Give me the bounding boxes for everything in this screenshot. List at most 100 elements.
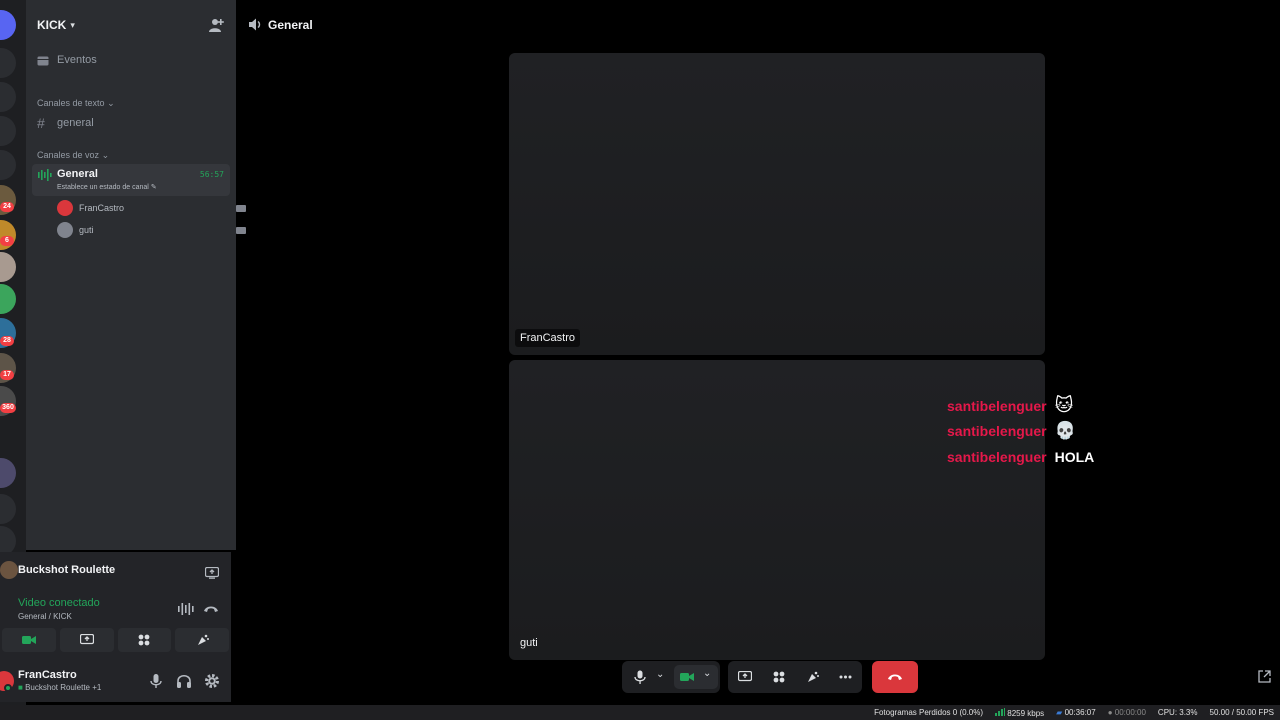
voice-channel-general[interactable]: General Establece un estado de canal ✎ 5… [32,164,230,196]
cpu-usage: CPU: 3.3% [1157,708,1198,717]
camera-icon [236,226,246,234]
screen-share-icon [79,634,94,645]
speaker-icon [249,18,261,31]
channel-title: General [268,18,313,32]
popout-icon[interactable] [1258,670,1271,683]
tile-user-name: FranCastro [515,329,581,347]
live-icon: ▰ [1056,708,1063,717]
voice-user-name: FranCastro [79,203,125,213]
video-camera-icon [680,673,694,681]
server-icon[interactable] [0,48,16,78]
user-name[interactable]: FranCastro [18,669,77,681]
camera-toggle[interactable]: ⌄ [674,665,718,689]
chevron-down-icon: ▾ [70,19,75,30]
microphone-icon[interactable] [634,670,646,684]
screen-share-icon[interactable] [738,671,752,683]
server-icon[interactable] [0,252,16,282]
headphones-icon[interactable] [176,673,192,689]
noise-suppression-icon[interactable] [178,603,194,615]
chat-text: HOLA [1054,449,1095,465]
obs-status-bar: Fotogramas Perdidos 0 (0.0%) 8259 kbps ▰… [0,705,1280,720]
add-member-icon[interactable] [208,17,224,33]
share-screen-button[interactable] [59,628,114,652]
pencil-icon: ✎ [150,184,157,191]
voice-action-buttons [0,628,231,652]
mention-badge: 28 [0,336,14,346]
signal-icon [995,707,1006,716]
activity-game: Buckshot Roulette [18,564,116,576]
avatar [57,222,73,238]
record-time: ● 00:00:00 [1107,708,1146,717]
voice-user-francastro[interactable]: FranCastro [57,200,246,216]
voice-timer: 56:57 [199,170,224,179]
channel-general[interactable]: # general [37,115,94,131]
channel-sidebar: KICK ▾ Eventos Canales de texto ⌄ # gene… [26,0,246,550]
server-name: KICK [37,18,67,32]
chat-username: santibelenguer [947,449,1047,465]
settings-gear-icon[interactable] [204,673,220,689]
record-icon: ● [1107,708,1113,717]
chat-text: 🐱 [1054,395,1074,415]
chat-message: santibelenguer HOLA [947,449,1094,465]
activities-icon [138,634,150,646]
hang-up-icon [888,674,902,680]
call-actions [728,661,862,693]
voice-category[interactable]: Canales de voz ⌄ [37,150,109,161]
disconnect-button[interactable] [872,661,918,693]
game-icon [0,561,18,579]
server-icon[interactable] [0,284,16,314]
chevron-down-icon: ⌄ [107,98,115,108]
events-link[interactable]: Eventos [37,54,97,66]
voice-channel-name: General [57,168,98,180]
microphone-icon[interactable] [148,673,164,689]
activities-button[interactable] [117,628,172,652]
voice-location[interactable]: General / KICK [18,612,72,621]
hash-icon: # [37,115,45,131]
mention-badge: 17 [0,370,14,380]
stream-time: ▰ 00:36:07 [1056,708,1096,717]
text-category[interactable]: Canales de texto ⌄ [37,98,115,109]
soundboard-icon[interactable] [806,671,819,683]
calendar-icon [37,56,49,65]
mention-badge: 24 [0,202,14,212]
fps-counter: 50.00 / 50.00 FPS [1209,708,1275,717]
more-options-icon[interactable] [839,675,852,679]
channel-header: General [236,0,1280,50]
voice-status[interactable]: Video conectado [18,597,100,609]
tile-user-name: guti [520,637,538,649]
chat-text: 💀 [1054,421,1076,440]
camera-icon [236,204,246,212]
bitrate-indicator: 8259 kbps [995,707,1044,718]
soundboard-icon [197,634,209,645]
video-button[interactable] [2,628,56,652]
server-icon[interactable] [0,116,16,146]
server-header[interactable]: KICK ▾ [26,0,236,50]
soundboard-button[interactable] [175,628,229,652]
server-icon[interactable] [0,150,16,180]
server-icon[interactable] [0,82,16,112]
stream-game-icon[interactable] [205,567,219,579]
mention-badge: 6 [0,236,14,246]
avatar [57,200,73,216]
channel-status-placeholder[interactable]: Establece un estado de canal ✎ [57,183,157,191]
voice-panel: Buckshot Roulette Video conectado Genera… [0,552,231,662]
video-tile[interactable]: FranCastro [509,53,1045,355]
mic-camera-controls: ⌄ ⌄ [622,661,720,693]
home-server-icon[interactable] [0,10,16,40]
server-icon[interactable] [0,458,16,488]
activity-row[interactable]: Buckshot Roulette [0,556,231,584]
video-camera-icon [21,636,36,644]
dropped-frames: Fotogramas Perdidos 0 (0.0%) [874,708,984,717]
chevron-down-icon: ⌄ [101,150,110,160]
gamepad-icon: ■ [18,683,23,692]
user-panel: FranCastro ■ Buckshot Roulette +1 [0,662,231,702]
voice-activity-icon [38,169,52,181]
online-status-indicator [4,684,12,692]
chevron-down-icon[interactable]: ⌄ [656,669,664,680]
disconnect-icon[interactable] [203,605,219,613]
chat-message: santibelenguer 💀 [947,421,1076,441]
voice-user-guti[interactable]: guti [57,222,246,238]
activities-icon[interactable] [773,671,785,683]
mention-badge: 360 [0,403,16,413]
add-server-icon[interactable] [0,494,16,524]
